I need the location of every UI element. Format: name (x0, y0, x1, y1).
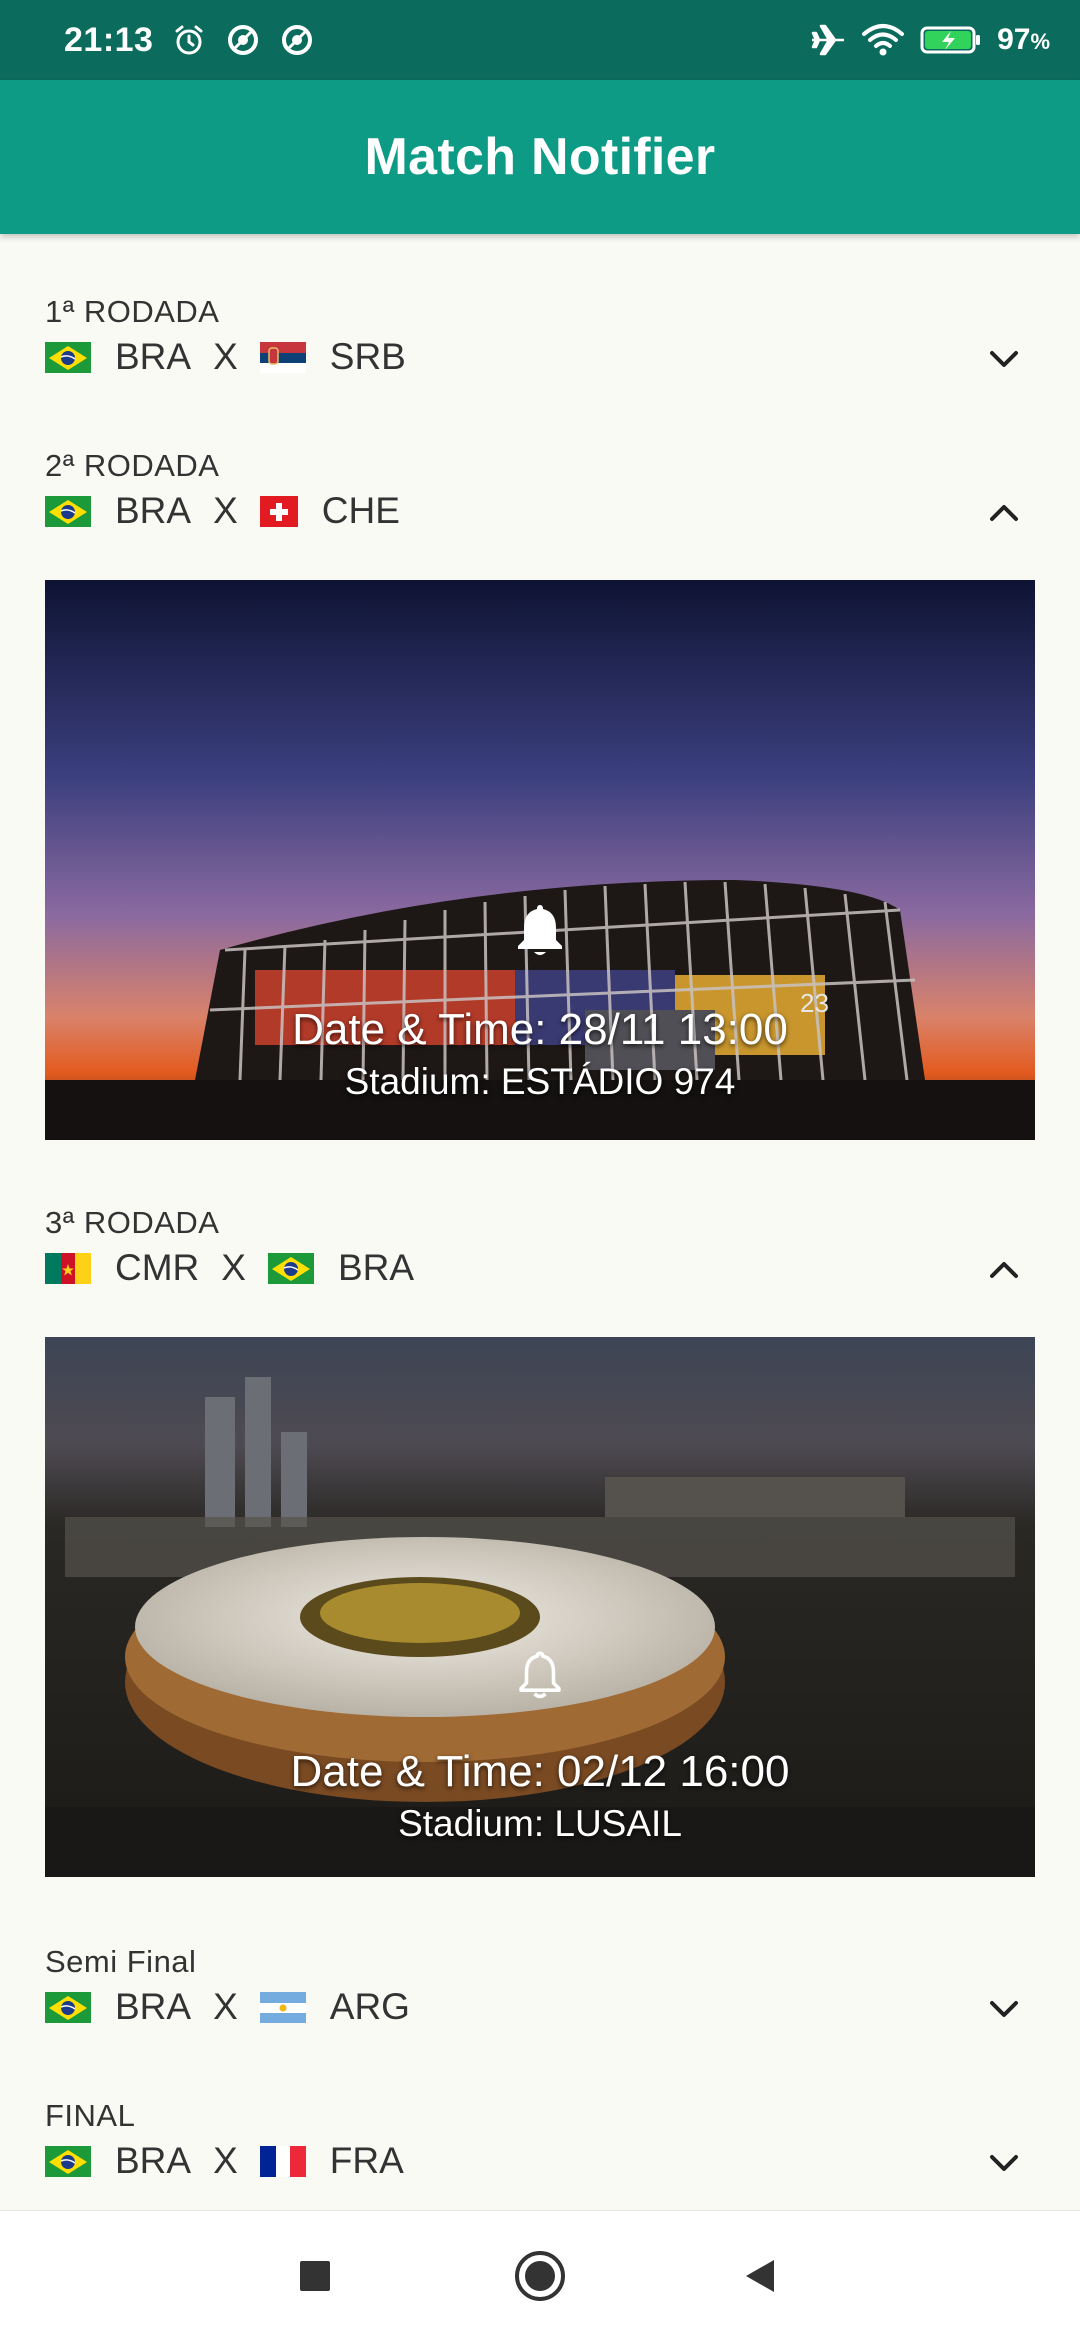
round-label: 1ª RODADA (45, 294, 220, 329)
status-bar: 21:13 97% (0, 0, 1080, 80)
match-details-card: 23 Date & Time: 28/11 13:00 Stadium: EST… (45, 580, 1035, 1140)
bell-outline-icon[interactable] (513, 1647, 567, 1701)
app-bar: Match Notifier (0, 80, 1080, 234)
match-teams: BRA X SRB (45, 332, 428, 382)
argentina-flag-icon (259, 1991, 306, 2023)
chevron-up-icon[interactable] (984, 493, 1024, 533)
match-stadium: Stadium: LUSAIL (398, 1803, 682, 1844)
battery-charging-icon (920, 26, 981, 54)
battery-percent: 97% (997, 23, 1050, 56)
switzerland-flag-icon (259, 495, 298, 527)
match-teams: BRA X ARG (45, 1982, 432, 2032)
app-title: Match Notifier (364, 128, 716, 186)
back-button[interactable] (725, 2241, 795, 2311)
away-team-code: BRA (337, 1247, 415, 1288)
chevron-up-icon[interactable] (984, 1250, 1024, 1290)
round-label: Semi Final (45, 1944, 197, 1979)
round-label: 3ª RODADA (45, 1205, 220, 1240)
wifi-icon (862, 24, 905, 56)
bell-filled-icon[interactable] (510, 900, 570, 960)
match-datetime: Date & Time: 28/11 13:00 (292, 1005, 788, 1054)
match-item[interactable]: 1ª RODADA BRA X SRB (0, 294, 1080, 434)
match-details-card: Date & Time: 02/12 16:00 Stadium: LUSAIL (45, 1337, 1035, 1877)
brazil-flag-icon (45, 2145, 91, 2177)
away-team-code: SRB (329, 336, 406, 377)
recents-button[interactable] (280, 2241, 350, 2311)
away-team-code: CHE (321, 490, 400, 531)
back-triangle-icon (746, 2260, 774, 2292)
match-teams: BRA X CHE (45, 486, 422, 536)
chevron-down-icon[interactable] (984, 1989, 1024, 2029)
match-stadium: Stadium: ESTÁDIO 974 (344, 1061, 736, 1102)
alarm-icon (175, 25, 203, 55)
navigation-bar (0, 2210, 1080, 2340)
home-circle-icon (515, 2251, 565, 2301)
home-team-code: BRA (115, 336, 192, 377)
home-team-code: BRA (115, 490, 192, 531)
match-teams: CMR X BRA (45, 1243, 436, 1293)
versus-label: X (213, 490, 238, 531)
round-label: FINAL (45, 2098, 136, 2133)
away-team-code: FRA (329, 2140, 404, 2181)
match-info-overlay: Date & Time: 02/12 16:00 Stadium: LUSAIL (45, 1747, 1035, 1845)
brazil-flag-icon (267, 1252, 314, 1284)
airplane-icon (811, 24, 845, 56)
cameroon-flag-icon (45, 1252, 91, 1284)
match-list: 1ª RODADA BRA X SRB 2ª RODADA BRA X CHE … (0, 234, 1080, 2210)
home-team-code: BRA (115, 1986, 192, 2027)
round-label: 2ª RODADA (45, 448, 220, 483)
home-team-code: CMR (115, 1247, 200, 1288)
brazil-flag-icon (45, 495, 91, 527)
match-item[interactable]: Semi Final BRA X ARG (0, 1944, 1080, 2084)
home-button[interactable] (505, 2241, 575, 2311)
match-item[interactable]: 3ª RODADA CMR X BRA Date & Time: 02/12 1… (0, 1205, 1080, 1945)
chevron-down-icon[interactable] (984, 2143, 1024, 2183)
brazil-flag-icon (45, 341, 91, 373)
data-saver-icon (282, 25, 313, 55)
serbia-flag-icon (259, 341, 306, 373)
match-teams: BRA X FRA (45, 2136, 426, 2186)
status-time: 21:13 (64, 20, 154, 59)
home-team-code: BRA (115, 2140, 192, 2181)
recents-square-icon (300, 2261, 330, 2291)
versus-label: X (213, 1986, 238, 2027)
match-datetime: Date & Time: 02/12 16:00 (290, 1747, 790, 1796)
versus-label: X (221, 1247, 246, 1288)
match-info-overlay: Date & Time: 28/11 13:00 Stadium: ESTÁDI… (45, 1005, 1035, 1103)
chevron-down-icon[interactable] (984, 339, 1024, 379)
versus-label: X (213, 336, 238, 377)
france-flag-icon (259, 2145, 306, 2177)
match-item[interactable]: FINAL BRA X FRA (0, 2098, 1080, 2210)
data-saver-icon (228, 25, 259, 55)
versus-label: X (213, 2140, 238, 2181)
brazil-flag-icon (45, 1991, 91, 2023)
away-team-code: ARG (329, 1986, 410, 2027)
